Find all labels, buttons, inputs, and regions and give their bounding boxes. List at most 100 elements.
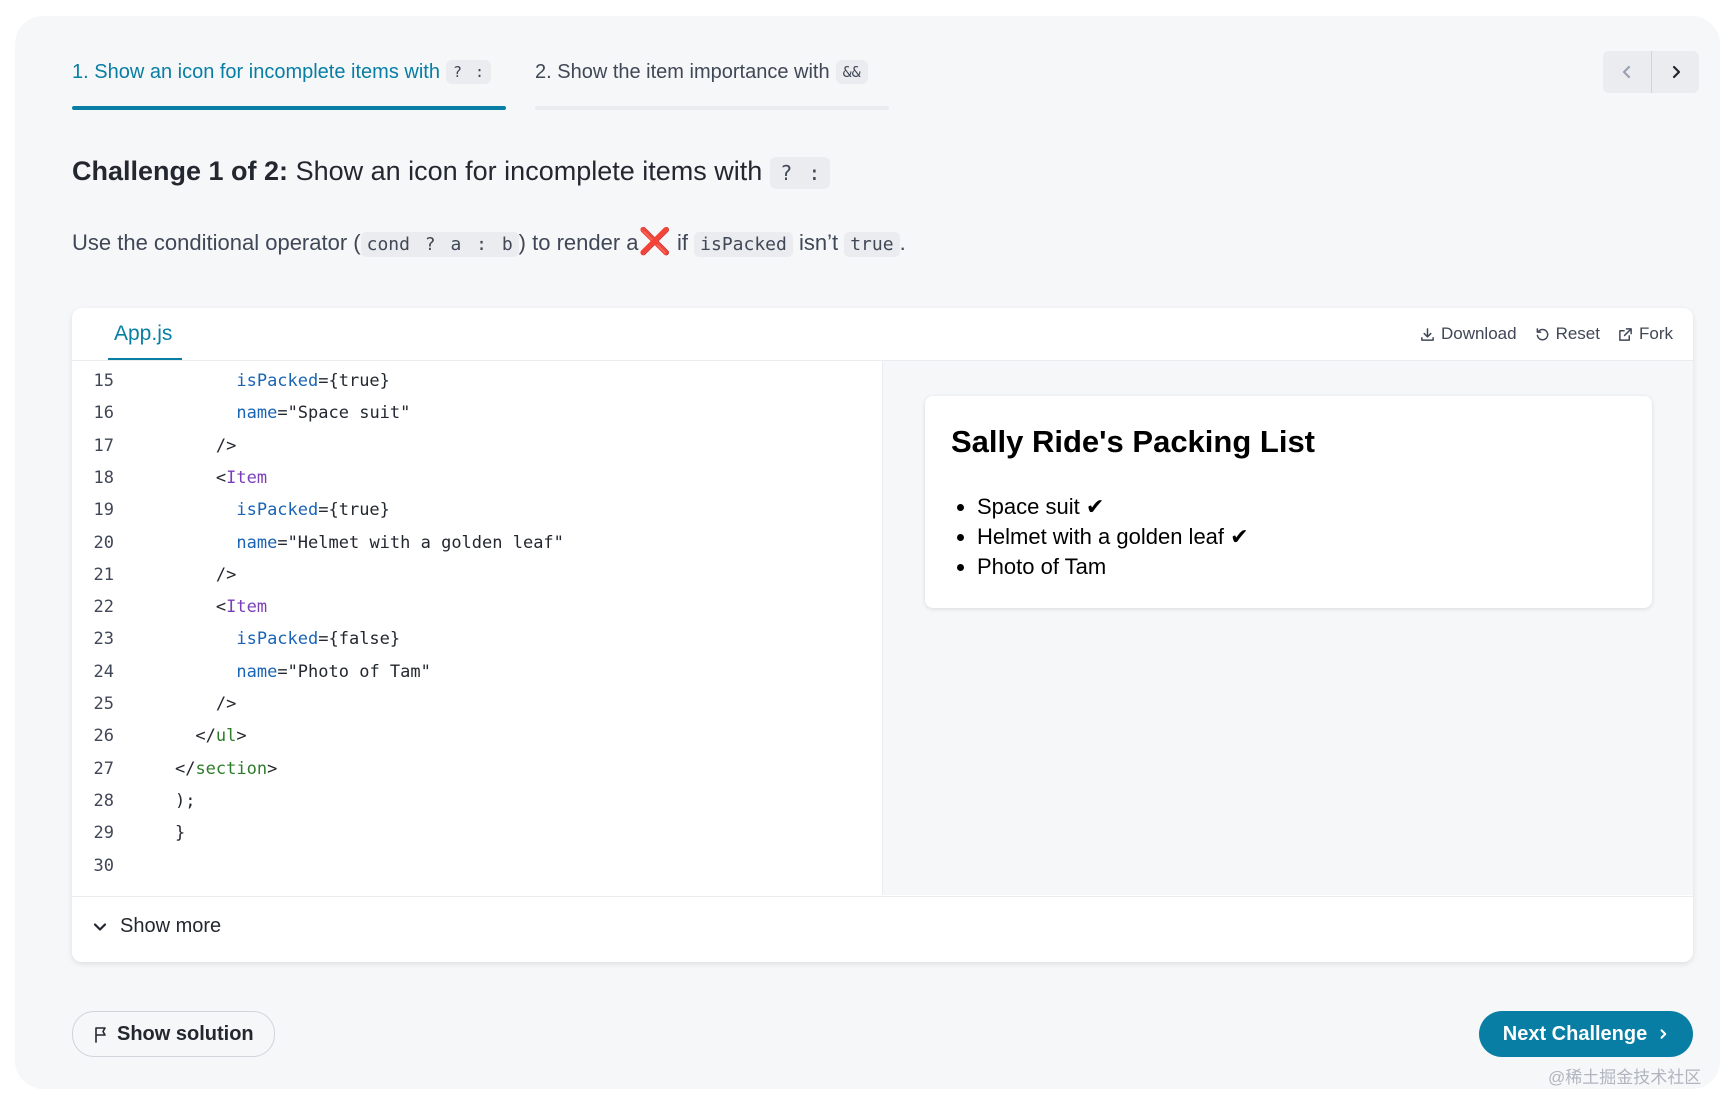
code-line: 22 <Item bbox=[72, 591, 268, 623]
code-token: </ bbox=[195, 726, 216, 747]
code-line: 30 bbox=[72, 850, 175, 882]
file-tab-app-js[interactable]: App.js bbox=[114, 322, 172, 346]
line-number: 21 bbox=[93, 564, 114, 585]
tab-underline bbox=[535, 106, 889, 110]
show-more-button[interactable]: Show more bbox=[92, 915, 221, 938]
file-tab-underline bbox=[108, 358, 182, 360]
code-token: > bbox=[236, 726, 247, 747]
code-line: 28 ); bbox=[72, 785, 196, 817]
code-line: 26 </ul> bbox=[72, 720, 247, 752]
next-challenge-label: Next Challenge bbox=[1502, 1022, 1648, 1045]
tab-code: ? : bbox=[445, 60, 492, 84]
code-token: name bbox=[236, 532, 278, 553]
code-line: 15 isPacked={true} bbox=[72, 365, 390, 397]
challenge-heading: Challenge 1 of 2: Show an icon for incom… bbox=[72, 156, 831, 189]
code-token: "Helmet with a golden leaf" bbox=[287, 532, 564, 553]
code-token: Item bbox=[226, 467, 268, 488]
line-number: 29 bbox=[93, 823, 114, 844]
tab-challenge-2[interactable]: 2. Show the item importance with && bbox=[535, 60, 889, 110]
desc-text: if bbox=[677, 230, 689, 255]
challenge-title-code: ? : bbox=[770, 156, 831, 189]
code-line: 21 /> bbox=[72, 559, 237, 591]
code-token: /> bbox=[215, 564, 237, 585]
code-token: "Photo of Tam" bbox=[287, 661, 431, 682]
challenge-description: Use the conditional operator (cond ? a :… bbox=[72, 226, 906, 257]
preview-card: Sally Ride's Packing List Space suit ✔ H… bbox=[925, 396, 1652, 608]
show-solution-button[interactable]: Show solution bbox=[72, 1011, 275, 1057]
code-line: 16 name="Space suit" bbox=[72, 397, 411, 429]
code-line: 18 <Item bbox=[72, 462, 268, 494]
next-challenge-arrow-button[interactable] bbox=[1651, 51, 1699, 93]
desc-text: isn’t bbox=[798, 230, 839, 255]
fork-button[interactable]: Fork bbox=[1618, 324, 1673, 344]
line-number: 16 bbox=[93, 403, 114, 424]
list-item: Space suit ✔ bbox=[977, 492, 1249, 522]
code-line: 27 </section> bbox=[72, 753, 278, 785]
desc-code: isPacked bbox=[694, 232, 793, 257]
tab-code: && bbox=[835, 60, 868, 84]
code-token: < bbox=[215, 467, 227, 488]
code-token: > bbox=[267, 758, 278, 779]
code-token: = bbox=[277, 661, 288, 682]
tab-label: 1. Show an icon for incomplete items wit… bbox=[72, 60, 440, 83]
tab-label: 2. Show the item importance with bbox=[535, 60, 830, 83]
desc-text: Use the conditional operator ( bbox=[72, 230, 361, 255]
line-number: 27 bbox=[93, 758, 114, 779]
code-token: ={true} bbox=[318, 371, 390, 391]
download-button[interactable]: Download bbox=[1420, 324, 1517, 344]
desc-code: true bbox=[844, 232, 900, 257]
watermark: @稀土掘金技术社区 bbox=[1548, 1068, 1702, 1087]
line-number: 18 bbox=[93, 467, 114, 488]
cross-icon: ❌ bbox=[638, 226, 671, 256]
challenge-counter: Challenge 1 of 2: bbox=[72, 156, 289, 186]
code-line: 17 /> bbox=[72, 430, 237, 462]
code-token: name bbox=[236, 661, 278, 682]
packing-list: Space suit ✔ Helmet with a golden leaf ✔… bbox=[951, 492, 1249, 582]
line-number: 26 bbox=[93, 726, 114, 747]
reset-button[interactable]: Reset bbox=[1535, 324, 1600, 344]
chevron-right-icon bbox=[1660, 1029, 1667, 1039]
line-number: 28 bbox=[93, 790, 114, 811]
chevron-left-icon bbox=[1622, 65, 1631, 79]
sandbox-header: App.js Download Reset Fork bbox=[72, 308, 1693, 361]
code-line: 29 } bbox=[72, 817, 186, 849]
reset-label: Reset bbox=[1555, 324, 1600, 343]
list-item: Photo of Tam bbox=[977, 552, 1249, 582]
line-number: 23 bbox=[93, 629, 114, 650]
line-number: 15 bbox=[93, 371, 114, 391]
code-editor[interactable]: 15 isPacked={true} 16 name="Space suit" 17… bbox=[72, 361, 883, 895]
code-token: section bbox=[195, 758, 268, 779]
desc-text: ) to render a bbox=[518, 230, 639, 255]
code-line: 23 isPacked={false} bbox=[72, 623, 401, 655]
code-token: isPacked bbox=[236, 629, 319, 650]
challenge-nav bbox=[1603, 51, 1699, 93]
code-token: = bbox=[277, 532, 288, 553]
chevron-right-icon bbox=[1672, 65, 1681, 79]
tab-challenge-1[interactable]: 1. Show an icon for incomplete items wit… bbox=[72, 60, 506, 110]
code-token: </ bbox=[174, 758, 196, 779]
desc-text: . bbox=[899, 230, 906, 255]
line-number: 17 bbox=[93, 435, 114, 456]
code-token: isPacked bbox=[236, 371, 319, 391]
reset-icon bbox=[1536, 327, 1548, 341]
chevron-down-icon bbox=[93, 922, 107, 931]
previous-challenge-button[interactable] bbox=[1603, 51, 1651, 93]
code-token: < bbox=[215, 597, 227, 618]
code-token: ); bbox=[174, 790, 196, 811]
code-token: /> bbox=[215, 435, 237, 456]
next-challenge-button[interactable]: Next Challenge bbox=[1479, 1011, 1693, 1057]
code-token: ul bbox=[215, 726, 237, 747]
code-token: Item bbox=[226, 597, 268, 618]
code-token: "Space suit" bbox=[287, 403, 411, 424]
code-token: isPacked bbox=[236, 500, 319, 521]
code-token: } bbox=[174, 823, 186, 844]
